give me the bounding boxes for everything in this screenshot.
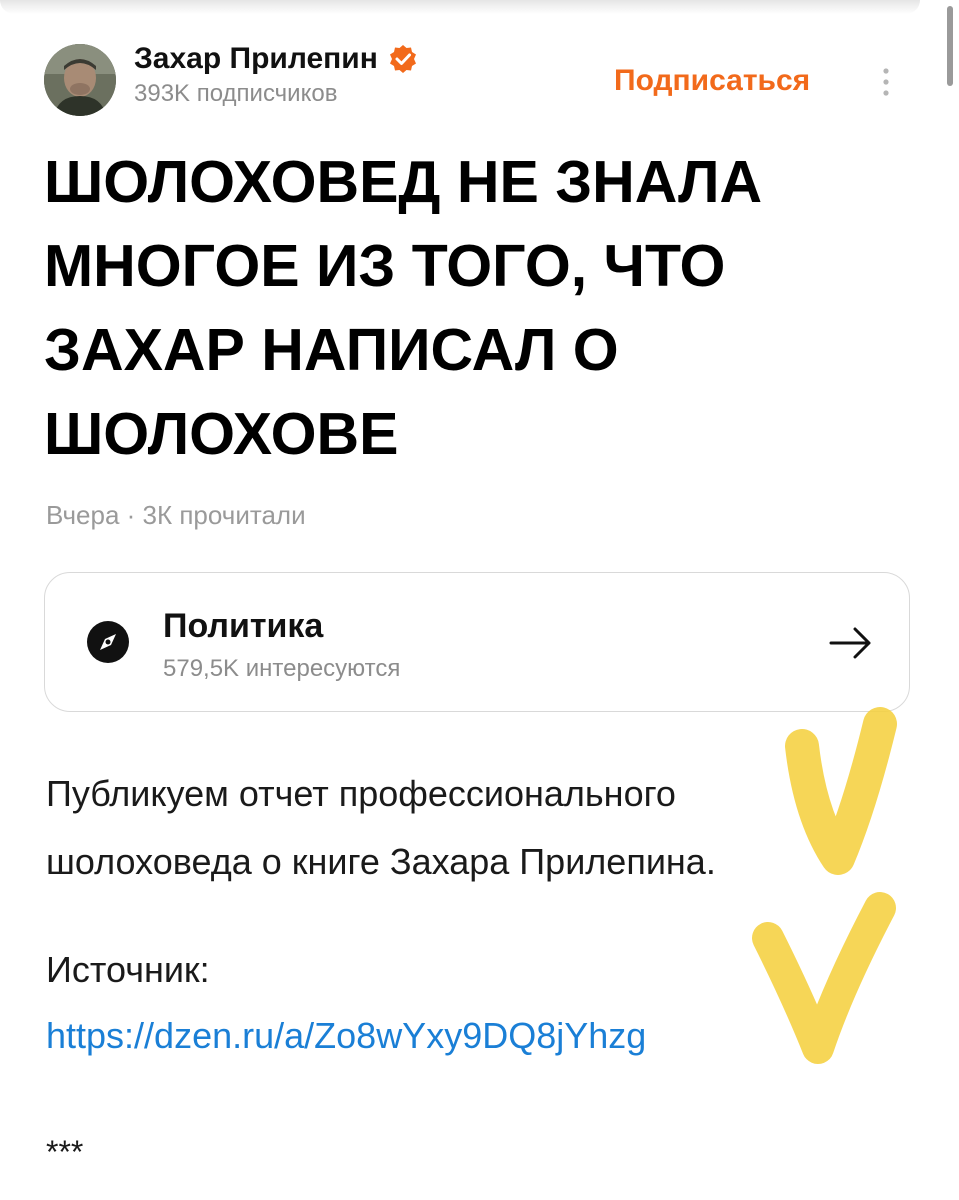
more-vertical-icon[interactable] — [874, 64, 898, 100]
author-name[interactable]: Захар Прилепин — [134, 42, 378, 76]
subscriber-count: 393K подписчиков — [134, 80, 338, 107]
top-shadow — [0, 0, 920, 14]
article-body: Публикуем отчет профессионального шолохо… — [46, 773, 716, 882]
highlighter-checkmark-upper — [785, 707, 897, 875]
scrollbar[interactable] — [947, 6, 953, 86]
arrow-right-icon — [827, 623, 875, 663]
section-separator: *** — [46, 1134, 84, 1170]
author-info: Захар Прилепин 393K подписчиков — [134, 42, 418, 108]
compass-icon — [85, 619, 131, 665]
avatar[interactable] — [44, 44, 116, 116]
topic-name: Политика — [163, 607, 324, 645]
topic-card[interactable]: Политика 579,5K интересуются — [44, 572, 910, 712]
subscribe-button[interactable]: Подписаться — [614, 64, 810, 98]
highlighter-checkmark-lower — [752, 892, 896, 1064]
topic-interest-count: 579,5K интересуются — [163, 655, 401, 682]
source-link[interactable]: https://dzen.ru/a/Zo8wYxy9DQ8jYhzg — [46, 1008, 646, 1064]
verified-badge-icon — [388, 44, 418, 74]
channel-header: Захар Прилепин 393K подписчиков Подписат… — [44, 40, 914, 120]
source-label: Источник: — [46, 949, 210, 990]
article-meta: Вчера · 3К прочитали — [46, 500, 306, 530]
article-title: ШОЛОХОВЕД НЕ ЗНАЛА МНОГОЕ ИЗ ТОГО, ЧТО З… — [44, 149, 763, 467]
